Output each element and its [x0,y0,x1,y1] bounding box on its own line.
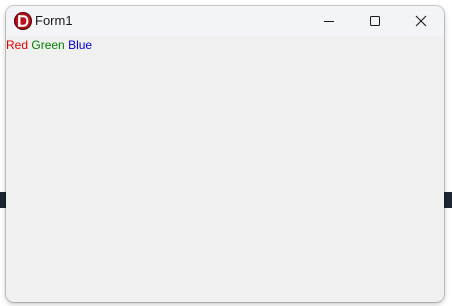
color-labels: Red Green Blue [6,38,92,52]
form-window: Form1 Red Green Blue [6,6,444,302]
minimize-icon [324,21,334,22]
maximize-button[interactable] [352,6,398,36]
delphi-logo-icon[interactable] [14,12,32,30]
minimize-button[interactable] [306,6,352,36]
label-blue: Blue [68,38,93,52]
close-button[interactable] [398,6,444,36]
close-icon [415,15,427,27]
title-bar[interactable]: Form1 [6,6,444,36]
maximize-icon [370,16,380,26]
form-client-area: Red Green Blue [6,36,444,302]
label-green: Green [31,38,65,52]
window-title: Form1 [35,13,73,28]
label-red: Red [6,38,29,52]
